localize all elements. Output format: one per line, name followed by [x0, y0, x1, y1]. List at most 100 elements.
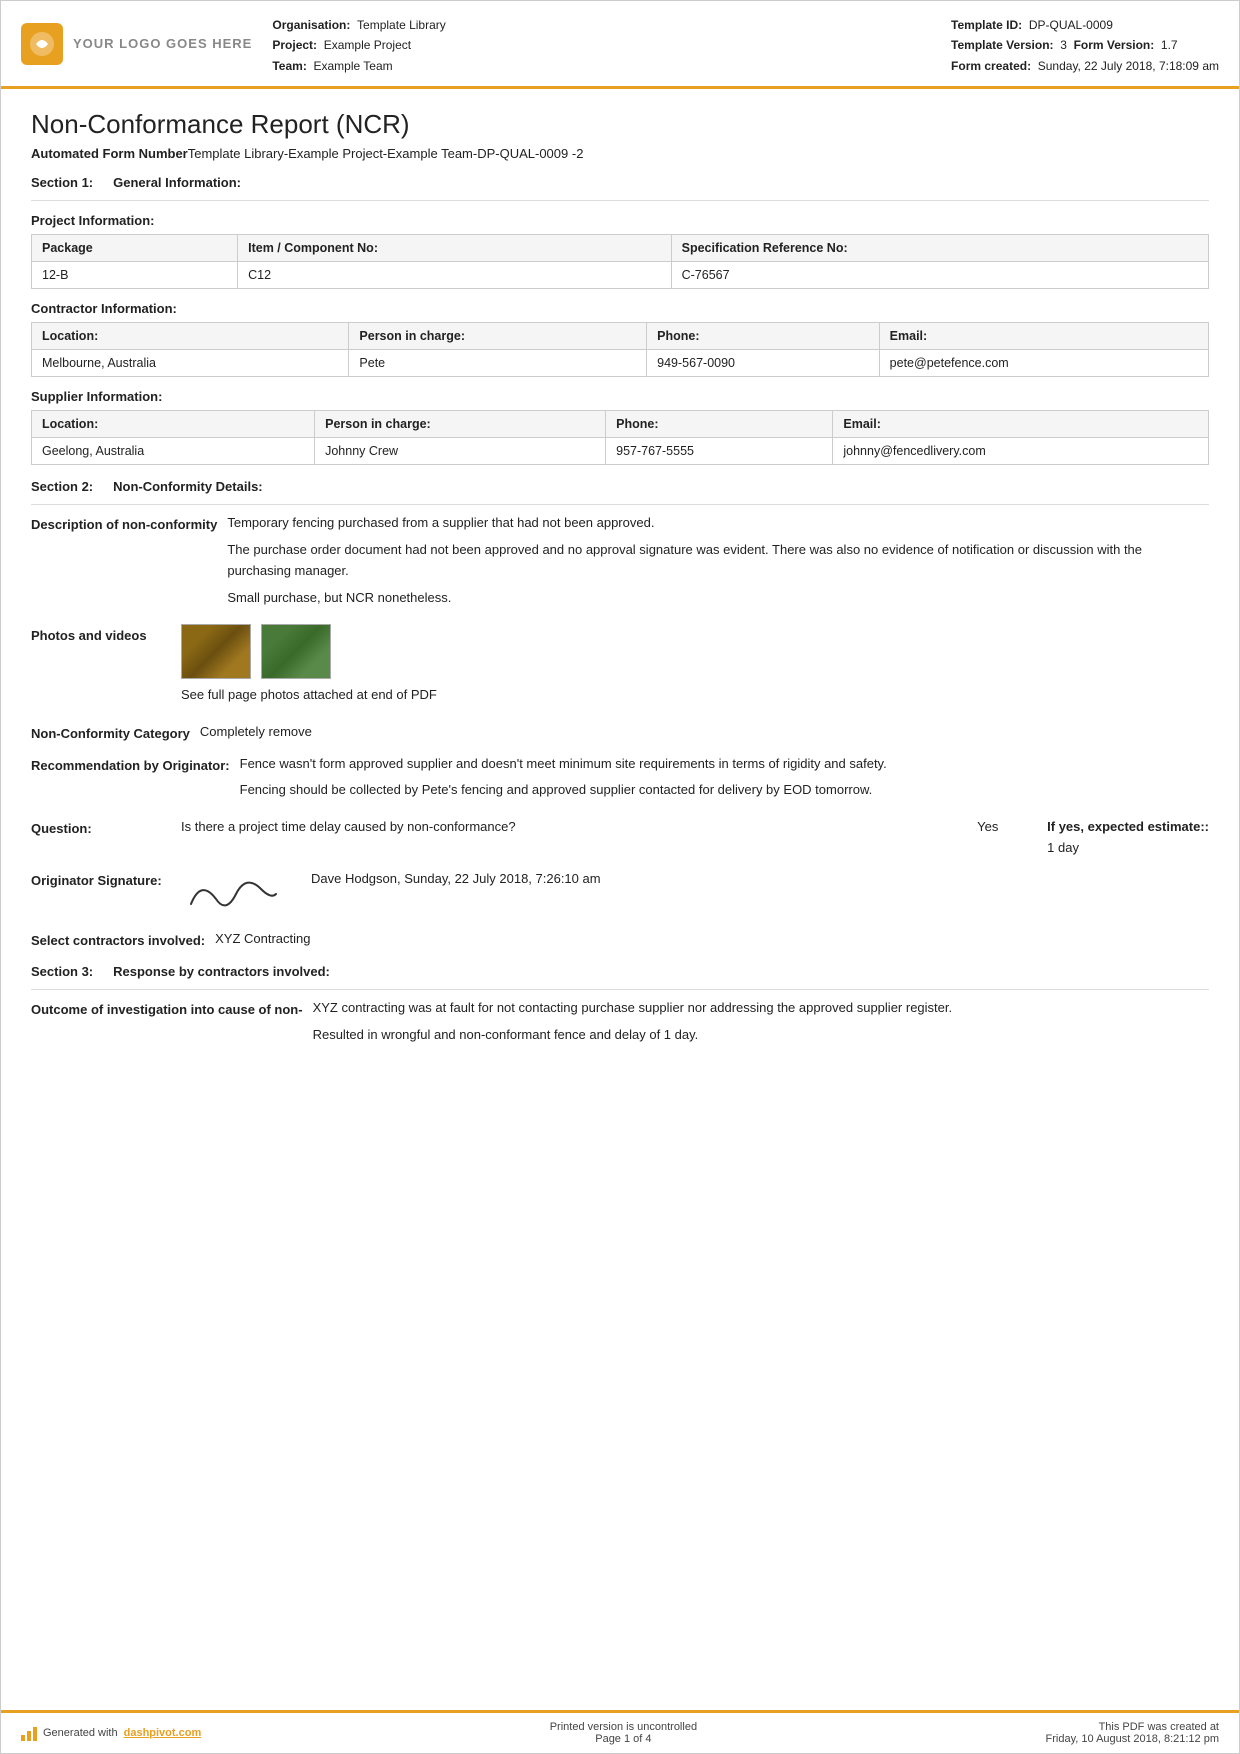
photo-img-2 — [262, 625, 330, 678]
photo-img-1 — [182, 625, 250, 678]
contractor-col-person: Person in charge: — [349, 323, 647, 350]
project-col-item: Item / Component No: — [238, 235, 671, 262]
signature-text: Dave Hodgson, Sunday, 22 July 2018, 7:26… — [311, 869, 601, 890]
signature-row: Originator Signature: Dave Hodgson, Sund… — [31, 869, 1209, 919]
project-val-spec: C-76567 — [671, 262, 1208, 289]
outcome-row: Outcome of investigation into cause of n… — [31, 998, 1209, 1052]
project-value: Example Project — [324, 38, 411, 52]
divider3 — [31, 989, 1209, 990]
supplier-val-email: johnny@fencedlivery.com — [833, 438, 1209, 465]
project-row: Project: Example Project — [272, 35, 445, 55]
description-p2: The purchase order document had not been… — [227, 540, 1209, 582]
footer-pdf-created: This PDF was created at — [1046, 1721, 1219, 1733]
org-label: Organisation: — [272, 18, 350, 32]
project-col-package: Package — [32, 235, 238, 262]
outcome-p2: Resulted in wrongful and non-conformant … — [313, 1025, 1209, 1046]
photos-caption: See full page photos attached at end of … — [181, 685, 1209, 706]
divider2 — [31, 504, 1209, 505]
supplier-col-person: Person in charge: — [315, 411, 606, 438]
description-row: Description of non-conformity Temporary … — [31, 513, 1209, 614]
org-value: Template Library — [357, 18, 446, 32]
template-version-label: Template Version: — [951, 38, 1053, 52]
form-created-row: Form created: Sunday, 22 July 2018, 7:18… — [951, 56, 1219, 76]
description-p3: Small purchase, but NCR nonetheless. — [227, 588, 1209, 609]
template-id-value: DP-QUAL-0009 — [1029, 18, 1113, 32]
form-number-value: Template Library-Example Project-Example… — [188, 146, 584, 161]
supplier-col-location: Location: — [32, 411, 315, 438]
generated-text: Generated with — [43, 1727, 118, 1739]
section2-label: Section 2: — [31, 479, 93, 494]
header-meta-right: Template ID: DP-QUAL-0009 Template Versi… — [951, 15, 1219, 76]
recommendation-value: Fence wasn't form approved supplier and … — [240, 754, 1209, 808]
template-version-value: 3 — [1060, 38, 1067, 52]
question-inner: Is there a project time delay caused by … — [181, 817, 1209, 859]
footer-center: Printed version is uncontrolled Page 1 o… — [550, 1721, 697, 1745]
form-created-value: Sunday, 22 July 2018, 7:18:09 am — [1038, 59, 1219, 73]
form-number-label: Automated Form Number — [31, 146, 188, 161]
photos-row: Photos and videos See full page photos a… — [31, 624, 1209, 712]
template-id-row: Template ID: DP-QUAL-0009 — [951, 15, 1219, 35]
content: Non-Conformance Report (NCR) Automated F… — [1, 89, 1239, 1710]
recommendation-p1: Fence wasn't form approved supplier and … — [240, 754, 1209, 775]
form-version-value: 1.7 — [1161, 38, 1178, 52]
header-meta: Organisation: Template Library Project: … — [272, 11, 1219, 76]
template-version-row: Template Version: 3 Form Version: 1.7 — [951, 35, 1219, 55]
project-col-spec: Specification Reference No: — [671, 235, 1208, 262]
contractor-col-phone: Phone: — [647, 323, 880, 350]
recommendation-p2: Fencing should be collected by Pete's fe… — [240, 780, 1209, 801]
signature-image — [181, 869, 281, 919]
recommendation-label: Recommendation by Originator: — [31, 754, 230, 776]
contractor-col-location: Location: — [32, 323, 349, 350]
project-val-package: 12-B — [32, 262, 238, 289]
description-p1: Temporary fencing purchased from a suppl… — [227, 513, 1209, 534]
recommendation-row: Recommendation by Originator: Fence wasn… — [31, 754, 1209, 808]
section3-title: Response by contractors involved: — [113, 964, 330, 979]
supplier-info-title: Supplier Information: — [31, 389, 1209, 404]
question-text: Is there a project time delay caused by … — [181, 817, 967, 838]
footer: Generated with dashpivot.com Printed ver… — [1, 1710, 1239, 1753]
contractors-value: XYZ Contracting — [215, 929, 1209, 950]
description-value: Temporary fencing purchased from a suppl… — [227, 513, 1209, 614]
section1-header: Section 1: General Information: — [31, 175, 1209, 190]
contractor-val-person: Pete — [349, 350, 647, 377]
section2-header: Section 2: Non-Conformity Details: — [31, 479, 1209, 494]
page: YOUR LOGO GOES HERE Organisation: Templa… — [0, 0, 1240, 1754]
signature-area: Dave Hodgson, Sunday, 22 July 2018, 7:26… — [181, 869, 1209, 919]
table-row: Melbourne, Australia Pete 949-567-0090 p… — [32, 350, 1209, 377]
outcome-value: XYZ contracting was at fault for not con… — [313, 998, 1209, 1052]
photos-label: Photos and videos — [31, 624, 171, 646]
section1-label: Section 1: — [31, 175, 93, 190]
logo-icon — [21, 23, 63, 65]
question-expected: If yes, expected estimate:: 1 day — [1047, 817, 1209, 859]
project-info-table: Package Item / Component No: Specificati… — [31, 234, 1209, 289]
team-value: Example Team — [313, 59, 392, 73]
footer-uncontrolled: Printed version is uncontrolled — [550, 1721, 697, 1733]
project-info-title: Project Information: — [31, 213, 1209, 228]
category-row: Non-Conformity Category Completely remov… — [31, 722, 1209, 744]
signature-svg — [181, 869, 281, 919]
dashpivot-icon — [21, 1725, 37, 1741]
category-value: Completely remove — [200, 722, 1209, 743]
footer-page: Page 1 of 4 — [550, 1733, 697, 1745]
logo-box: YOUR LOGO GOES HERE — [21, 11, 252, 76]
supplier-val-location: Geelong, Australia — [32, 438, 315, 465]
doc-title: Non-Conformance Report (NCR) — [31, 109, 1209, 140]
section3-label: Section 3: — [31, 964, 93, 979]
form-version-label: Form Version: — [1074, 38, 1155, 52]
question-answer: Yes — [977, 817, 1037, 838]
footer-pdf-date: Friday, 10 August 2018, 8:21:12 pm — [1046, 1733, 1219, 1745]
table-row: Geelong, Australia Johnny Crew 957-767-5… — [32, 438, 1209, 465]
section2-title: Non-Conformity Details: — [113, 479, 263, 494]
supplier-val-person: Johnny Crew — [315, 438, 606, 465]
photo-thumb-2 — [261, 624, 331, 679]
contractor-val-email: pete@petefence.com — [879, 350, 1208, 377]
template-id-label: Template ID: — [951, 18, 1022, 32]
footer-brand-link[interactable]: dashpivot.com — [124, 1727, 202, 1739]
supplier-col-phone: Phone: — [606, 411, 833, 438]
signature-value: Dave Hodgson, Sunday, 22 July 2018, 7:26… — [181, 869, 1209, 919]
photo-thumbnails — [181, 624, 1209, 679]
section1-title: General Information: — [113, 175, 241, 190]
footer-left: Generated with dashpivot.com — [21, 1725, 201, 1741]
contractor-info-table: Location: Person in charge: Phone: Email… — [31, 322, 1209, 377]
divider1 — [31, 200, 1209, 201]
